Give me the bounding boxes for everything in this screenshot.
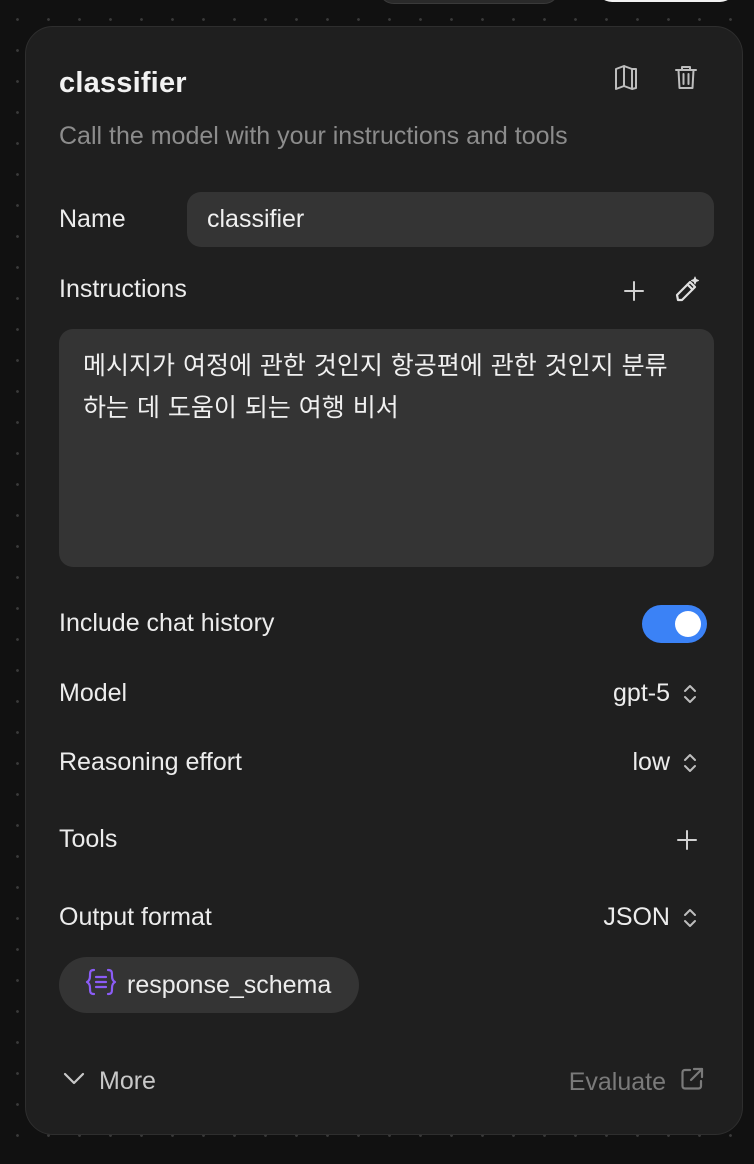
book-open-icon bbox=[612, 63, 640, 91]
chat-history-toggle[interactable] bbox=[642, 605, 707, 643]
agent-node-panel: classifier Call the model with your inst… bbox=[25, 26, 743, 1135]
chevron-down-icon bbox=[61, 1065, 87, 1098]
add-instruction-button[interactable] bbox=[616, 273, 652, 309]
chat-history-label: Include chat history bbox=[59, 609, 275, 637]
generate-instructions-button[interactable] bbox=[669, 272, 705, 308]
output-format-value: JSON bbox=[603, 903, 670, 931]
response-schema-chip[interactable]: response_schema bbox=[59, 957, 360, 1013]
reasoning-label: Reasoning effort bbox=[59, 748, 242, 776]
more-label: More bbox=[99, 1067, 156, 1095]
plus-icon bbox=[676, 829, 698, 851]
magic-pen-icon bbox=[672, 275, 702, 305]
braces-icon bbox=[85, 967, 117, 1004]
plus-icon bbox=[623, 280, 645, 302]
model-label: Model bbox=[59, 679, 128, 707]
output-format-select[interactable]: JSON bbox=[603, 903, 698, 932]
response-schema-label: response_schema bbox=[127, 970, 332, 999]
model-select[interactable]: gpt-5 bbox=[613, 679, 698, 708]
name-input[interactable] bbox=[187, 192, 714, 247]
instructions-label: Instructions bbox=[59, 275, 187, 303]
toggle-knob bbox=[675, 611, 701, 637]
toolbar-pill[interactable] bbox=[378, 0, 560, 4]
docs-button[interactable] bbox=[608, 59, 644, 95]
evaluate-label: Evaluate bbox=[568, 1068, 666, 1096]
name-label: Name bbox=[59, 205, 126, 233]
reasoning-select[interactable]: low bbox=[632, 748, 698, 777]
output-format-label: Output format bbox=[59, 903, 212, 931]
tools-label: Tools bbox=[59, 825, 118, 853]
chevron-up-down-icon bbox=[682, 682, 698, 706]
toolbar-primary-pill[interactable] bbox=[596, 0, 736, 2]
chevron-up-down-icon bbox=[682, 906, 698, 930]
external-link-icon bbox=[678, 1065, 706, 1100]
reasoning-value: low bbox=[632, 748, 670, 776]
trash-icon bbox=[672, 63, 700, 91]
more-button[interactable]: More bbox=[61, 1065, 156, 1098]
chevron-up-down-icon bbox=[682, 751, 698, 775]
add-tool-button[interactable] bbox=[669, 822, 705, 858]
delete-button[interactable] bbox=[668, 59, 704, 95]
evaluate-link[interactable]: Evaluate bbox=[569, 1065, 706, 1100]
model-value: gpt-5 bbox=[613, 679, 670, 707]
node-title: classifier bbox=[59, 67, 187, 99]
node-subtitle: Call the model with your instructions an… bbox=[59, 122, 568, 150]
instructions-textarea[interactable]: 메시지가 여정에 관한 것인지 항공편에 관한 것인지 분류하는 데 도움이 되… bbox=[59, 329, 714, 567]
